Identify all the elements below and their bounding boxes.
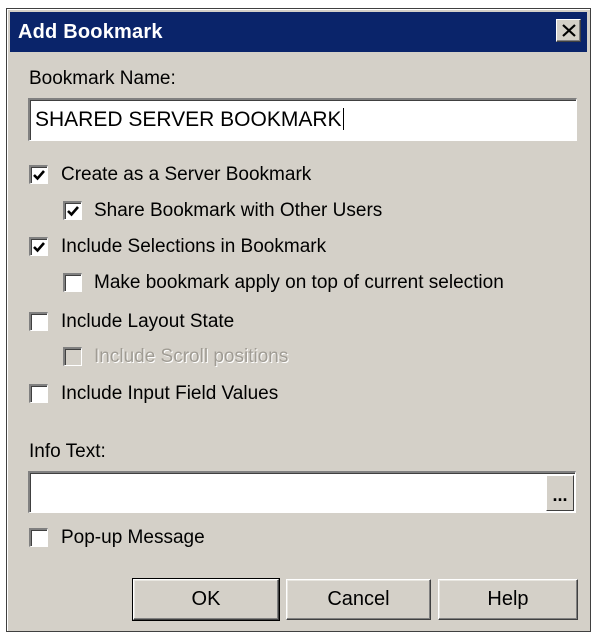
checkbox-include-input-field-values[interactable] [29, 384, 48, 403]
info-text-label: Info Text: [29, 441, 106, 462]
bookmark-name-label: Bookmark Name: [29, 68, 176, 89]
option-label-share-bookmark: Share Bookmark with Other Users [94, 200, 383, 221]
option-label-include-input-field-values: Include Input Field Values [61, 383, 279, 404]
ok-button[interactable]: OK [132, 578, 280, 621]
title-bar: Add Bookmark [10, 12, 587, 52]
popup-message-label: Pop-up Message [61, 527, 205, 548]
checkmark-icon [33, 170, 45, 181]
checkbox-apply-on-top[interactable] [63, 273, 82, 292]
help-button[interactable]: Help [438, 579, 578, 620]
checkmark-icon [33, 242, 45, 253]
info-text-browse-button[interactable]: ... [546, 475, 574, 511]
cancel-button[interactable]: Cancel [286, 579, 431, 620]
bookmark-name-input[interactable]: SHARED SERVER BOOKMARK [28, 98, 577, 141]
option-label-apply-on-top: Make bookmark apply on top of current se… [94, 272, 504, 293]
close-x-icon [562, 24, 576, 37]
checkmark-icon [67, 206, 79, 217]
info-text-input[interactable] [28, 471, 576, 513]
checkbox-include-selections[interactable] [29, 237, 48, 256]
add-bookmark-dialog: Add Bookmark Bookmark Name: SHARED SERVE… [6, 8, 591, 632]
close-button[interactable] [556, 19, 581, 42]
checkbox-popup-message[interactable] [29, 528, 48, 547]
option-label-include-scroll-positions: Include Scroll positions [94, 346, 289, 367]
checkbox-include-layout-state[interactable] [29, 312, 48, 331]
option-label-create-server-bookmark: Create as a Server Bookmark [61, 164, 312, 185]
dialog-title: Add Bookmark [18, 21, 163, 43]
bookmark-name-value: SHARED SERVER BOOKMARK [35, 108, 342, 131]
text-caret [342, 108, 344, 130]
option-label-include-selections: Include Selections in Bookmark [61, 236, 327, 257]
checkbox-include-scroll-positions [63, 347, 82, 366]
checkbox-share-bookmark[interactable] [63, 201, 82, 220]
checkbox-create-server-bookmark[interactable] [29, 165, 48, 184]
option-label-include-layout-state: Include Layout State [61, 311, 235, 332]
